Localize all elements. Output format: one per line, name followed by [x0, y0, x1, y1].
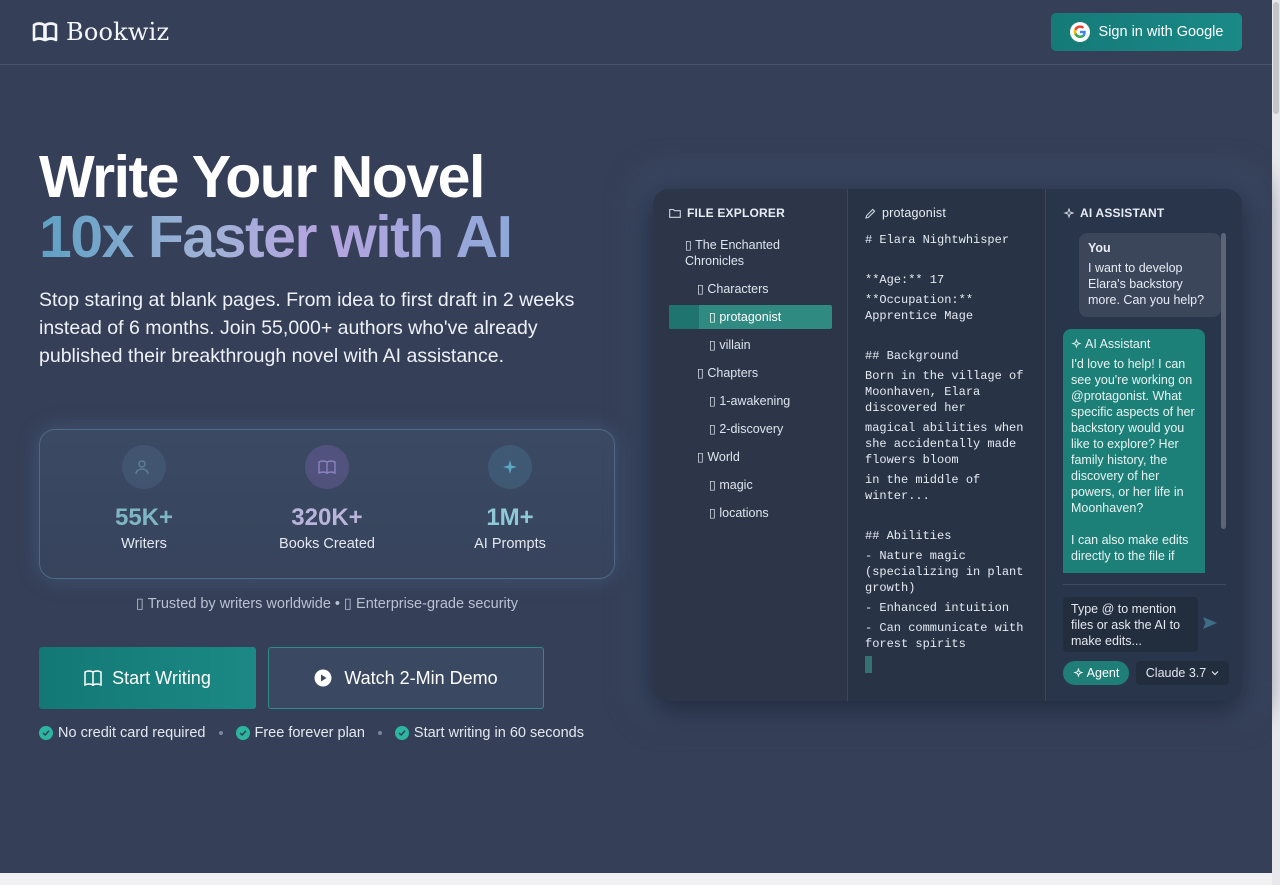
play-icon	[314, 669, 332, 687]
chevron-down-icon	[1211, 671, 1219, 676]
users-icon	[122, 445, 166, 489]
stat-writers: 55K+ Writers	[54, 430, 234, 580]
code-line: ## Abilities	[865, 529, 952, 543]
tree-selection-indent	[669, 305, 699, 329]
open-book-logo-icon	[32, 22, 58, 42]
brand-name: Bookwiz	[66, 18, 170, 46]
code-line: - Can communicate with forest spirits	[865, 621, 1024, 651]
check-icon	[235, 726, 250, 740]
sign-in-google-button[interactable]: Sign in with Google	[1051, 13, 1242, 51]
benefit-label: Start writing in 60 seconds	[413, 725, 584, 741]
tree-folder-characters[interactable]: ▯ Characters	[697, 281, 768, 297]
book-icon	[305, 445, 349, 489]
benefits-list: No credit card required Free forever pla…	[39, 725, 584, 741]
top-navbar: Bookwiz Sign in with Google	[0, 0, 1272, 65]
user-message-text: I want to develop Elara's backstory more…	[1088, 261, 1205, 307]
watch-demo-button[interactable]: Watch 2-Min Demo	[268, 647, 544, 709]
benefit-item: Start writing in 60 seconds	[394, 725, 584, 741]
tree-file-protagonist[interactable]: ▯ protagonist	[709, 309, 781, 325]
app-preview-window: FILE EXPLORER ▯ The Enchanted Chronicles …	[653, 189, 1242, 701]
send-icon[interactable]	[1202, 615, 1218, 631]
google-icon	[1069, 22, 1090, 42]
ai-message-text: I'd love to help! I can see you're worki…	[1071, 357, 1195, 515]
benefit-label: No credit card required	[58, 725, 206, 741]
ai-message: AI Assistant I'd love to help! I can see…	[1063, 329, 1205, 573]
stat-value: 55K+	[114, 504, 174, 531]
chat-input[interactable]: Type @ to mention files or ask the AI to…	[1063, 597, 1198, 652]
hero-title-line1: Write Your Novel	[39, 144, 485, 210]
page-scrollbar[interactable]	[1272, 0, 1280, 885]
stat-value: 1M+	[486, 504, 534, 531]
stat-value: 320K+	[291, 504, 363, 531]
sparkles-icon	[1063, 207, 1074, 219]
text-cursor	[865, 656, 872, 673]
editor-pane[interactable]: protagonist # Elara Nightwhisper **Age:*…	[849, 189, 1046, 701]
stat-label: Writers	[121, 536, 167, 552]
agent-mode-button[interactable]: Agent	[1063, 661, 1129, 685]
chat-divider	[1063, 584, 1226, 585]
code-line: **Age:** 17	[865, 273, 945, 287]
file-explorer-title: FILE EXPLORER	[669, 206, 785, 220]
ai-assistant-pane: AI ASSISTANT You I want to develop Elara…	[1047, 189, 1242, 701]
tree-file-awakening[interactable]: ▯ 1-awakening	[709, 393, 790, 409]
stats-panel: 55K+ Writers 320K+ Books Created 1M+ AI …	[39, 429, 615, 579]
chat-scrollbar[interactable]	[1221, 233, 1226, 529]
sparkles-icon	[1073, 668, 1083, 678]
start-writing-button[interactable]: Start Writing	[39, 647, 256, 709]
scrollbar-thumb[interactable]	[1273, 2, 1279, 114]
tree-file-villain[interactable]: ▯ villain	[709, 337, 751, 353]
code-line: **Occupation:** Apprentice Mage	[865, 293, 974, 323]
code-line: magical abilities when she accidentally …	[865, 421, 1024, 467]
check-icon	[394, 726, 409, 740]
ai-message-header: AI Assistant	[1071, 336, 1197, 352]
editor-title: protagonist	[865, 206, 946, 220]
hero-title-line2: 10x Faster with AI	[39, 204, 513, 270]
benefit-label: Free forever plan	[254, 725, 365, 741]
file-explorer-pane: FILE EXPLORER ▯ The Enchanted Chronicles …	[653, 189, 848, 701]
ai-message-text-2: I can also make edits directly to the fi…	[1071, 533, 1189, 563]
tree-file-discovery[interactable]: ▯ 2-discovery	[709, 421, 783, 437]
hero-subtitle: Stop staring at blank pages. From idea t…	[39, 289, 575, 367]
trust-line: ▯ Trusted by writers worldwide • ▯ Enter…	[135, 596, 519, 612]
tree-folder-chapters[interactable]: ▯ Chapters	[697, 365, 758, 381]
ai-assistant-title: AI ASSISTANT	[1063, 206, 1164, 220]
check-icon	[39, 726, 53, 740]
pencil-icon	[865, 208, 876, 219]
stat-label: AI Prompts	[474, 536, 546, 552]
watch-demo-label: Watch 2-Min Demo	[344, 667, 498, 688]
user-name: You	[1088, 241, 1111, 255]
page-bottom-edge	[0, 873, 1272, 885]
separator-dot	[377, 731, 382, 735]
benefit-item: Free forever plan	[235, 725, 365, 741]
user-message: You I want to develop Elara's backstory …	[1079, 233, 1221, 317]
stat-prompts: 1M+ AI Prompts	[420, 430, 600, 580]
brand-logo[interactable]: Bookwiz	[32, 18, 169, 46]
tree-file-magic[interactable]: ▯ magic	[709, 477, 753, 493]
stat-label: Books Created	[279, 536, 375, 552]
ai-name: AI Assistant	[1085, 337, 1151, 351]
code-line: - Nature magic (specializing in plant gr…	[865, 549, 1024, 595]
sparkles-icon	[1071, 339, 1081, 349]
code-line: - Enhanced intuition	[865, 601, 1010, 615]
book-icon	[84, 670, 102, 686]
benefit-item: No credit card required	[39, 725, 206, 741]
model-select[interactable]: Claude 3.7	[1136, 661, 1229, 685]
code-line: # Elara Nightwhisper	[865, 233, 1010, 247]
sign-in-label: Sign in with Google	[1098, 24, 1224, 40]
sparkles-icon	[488, 445, 532, 489]
tree-file-locations[interactable]: ▯ locations	[709, 505, 769, 521]
folder-icon	[669, 208, 681, 218]
tree-book[interactable]: ▯ The Enchanted Chronicles	[685, 237, 780, 269]
stat-books: 320K+ Books Created	[237, 430, 417, 580]
separator-dot	[218, 731, 223, 735]
start-writing-label: Start Writing	[112, 667, 211, 688]
code-line: ## Background	[865, 349, 959, 363]
tree-folder-world[interactable]: ▯ World	[697, 449, 740, 465]
code-line: Born in the village of Moonhaven, Elara …	[865, 369, 1024, 415]
code-line: in the middle of winter...	[865, 473, 981, 503]
